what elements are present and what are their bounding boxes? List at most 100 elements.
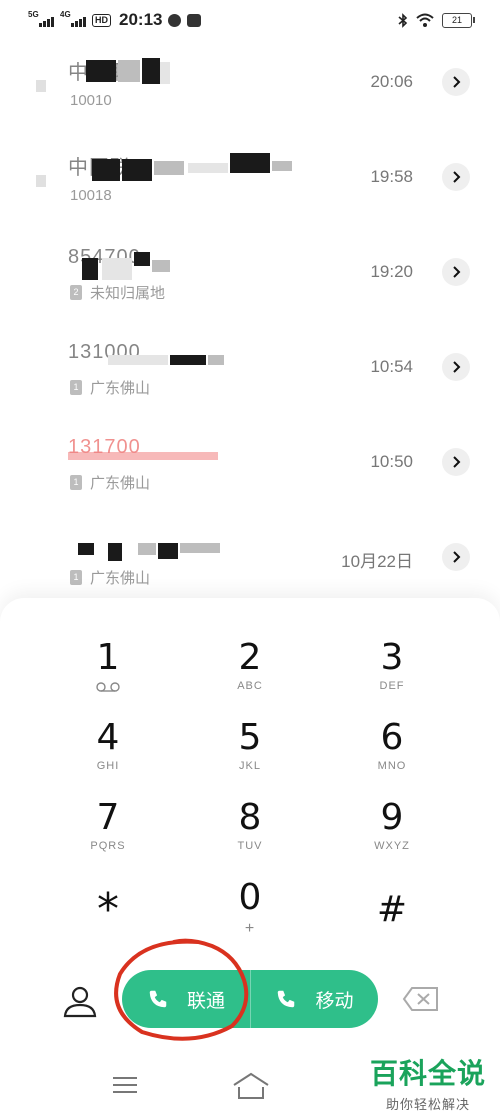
key-digit: 6: [380, 717, 404, 758]
call-time: 19:20: [370, 262, 413, 281]
watermark-title: 百科全说: [369, 1057, 486, 1090]
call-log-row[interactable]: 854700 2 未知归属地 19:20: [0, 230, 500, 325]
call-time: 19:58: [370, 167, 413, 186]
key-digit: 8: [238, 797, 262, 838]
missed-indicator: [36, 175, 46, 187]
caller-location: 广东佛山: [90, 475, 151, 492]
sim-icon: 1: [70, 475, 82, 490]
dial-key-hash[interactable]: #: [332, 886, 452, 956]
chevron-right-icon: [453, 266, 461, 278]
call-detail-button[interactable]: [442, 163, 470, 191]
key-digit: #: [376, 889, 408, 930]
call-detail-button[interactable]: [442, 448, 470, 476]
caller-detail: 10010: [70, 92, 112, 109]
dial-key-star[interactable]: *: [48, 886, 168, 956]
key-letters: JKL: [239, 760, 261, 772]
phone-icon: [149, 990, 167, 1008]
hd-badge: HD: [92, 13, 111, 27]
status-time: 20:13: [119, 10, 163, 29]
contacts-icon[interactable]: [62, 984, 98, 1018]
call-log-row[interactable]: 中国联 10010 20:06: [0, 40, 500, 135]
signal-1-label: 5G: [28, 10, 39, 19]
key-digit: 7: [96, 797, 120, 838]
message-icon: [187, 13, 202, 27]
call-time: 10:50: [370, 452, 413, 471]
key-letters: ABC: [237, 680, 263, 692]
caller-location: 广东佛山: [90, 570, 151, 587]
dial-key-0[interactable]: 0 +: [190, 878, 310, 948]
call-sim2-button[interactable]: 移动: [250, 970, 378, 1028]
phone-icon: [278, 990, 295, 1008]
key-letters: MNO: [377, 760, 407, 772]
sim-icon: 2: [70, 285, 82, 300]
caller-detail: 1 广东佛山: [70, 472, 150, 493]
key-letters: PQRS: [90, 840, 126, 852]
chevron-right-icon: [453, 361, 461, 373]
signal-5g-icon: 5G: [28, 10, 54, 27]
home-icon[interactable]: [232, 1072, 270, 1100]
dial-key-2[interactable]: 2 ABC: [190, 638, 310, 708]
signal-2-label: 4G: [60, 10, 71, 19]
caller-name: [68, 531, 308, 561]
chevron-right-icon: [453, 171, 461, 183]
dial-key-1[interactable]: 1: [48, 638, 168, 708]
chevron-right-icon: [453, 456, 461, 468]
dial-key-3[interactable]: 3 DEF: [332, 638, 452, 708]
key-digit: 4: [96, 717, 120, 758]
caller-number: 10010: [70, 92, 112, 109]
caller-detail: 10018: [70, 187, 112, 204]
watermark-subtitle: 助你轻松解决: [385, 1097, 470, 1112]
dial-key-4[interactable]: 4 GHI: [48, 718, 168, 788]
call-detail-button[interactable]: [442, 68, 470, 96]
battery-icon: 21: [442, 12, 475, 28]
chevron-right-icon: [453, 551, 461, 563]
key-digit: 1: [96, 637, 120, 678]
call-sim2-label: 移动: [315, 990, 354, 1012]
call-detail-button[interactable]: [442, 543, 470, 571]
missed-indicator: [36, 80, 46, 92]
key-letters: DEF: [379, 680, 405, 692]
key-digit: *: [97, 884, 119, 935]
call-time: 10:54: [370, 357, 413, 376]
wifi-icon: [416, 13, 434, 27]
key-digit: 2: [238, 637, 262, 678]
call-time: 20:06: [370, 72, 413, 91]
dial-key-8[interactable]: 8 TUV: [190, 798, 310, 868]
dialpad-panel: 1 2 ABC 3 DEF 4 GHI 5 JKL 6 MNO 7 PQRS 8: [0, 598, 500, 1115]
dial-key-6[interactable]: 6 MNO: [332, 718, 452, 788]
status-left: 5G 4G HD 20:13: [28, 10, 202, 30]
menu-icon[interactable]: [112, 1074, 138, 1096]
chevron-right-icon: [453, 76, 461, 88]
call-detail-button[interactable]: [442, 258, 470, 286]
caller-number: 10018: [70, 187, 112, 204]
dial-key-5[interactable]: 5 JKL: [190, 718, 310, 788]
caller-detail: 2 未知归属地: [70, 282, 165, 303]
call-log-row[interactable]: 131000 1 广东佛山 10:54: [0, 325, 500, 420]
key-letters: TUV: [237, 840, 263, 852]
watermark-logo: 百科全说 助你轻松解决: [370, 1052, 486, 1113]
call-sim1-button[interactable]: 联通: [122, 970, 250, 1028]
dial-key-9[interactable]: 9 WXYZ: [332, 798, 452, 868]
call-log-row[interactable]: 131700 1 广东佛山 10:50: [0, 420, 500, 515]
caller-detail: 1 广东佛山: [70, 377, 150, 398]
key-digit: 0: [238, 877, 262, 918]
caller-name: 131700: [68, 436, 308, 462]
dial-key-7[interactable]: 7 PQRS: [48, 798, 168, 868]
key-letters: WXYZ: [374, 840, 410, 852]
call-sim1-label: 联通: [186, 990, 225, 1012]
sim-icon: 1: [70, 570, 82, 585]
sim-icon: 1: [70, 380, 82, 395]
backspace-icon[interactable]: [402, 986, 440, 1012]
call-detail-button[interactable]: [442, 353, 470, 381]
call-log-row[interactable]: 1 广东佛山 10月22日: [0, 515, 500, 610]
caller-detail: 1 广东佛山: [70, 567, 150, 588]
caller-name: 854700: [68, 246, 308, 280]
caller-name: 中国联: [68, 56, 308, 84]
caller-name: 中国联: [68, 151, 308, 181]
bluetooth-icon: [398, 12, 408, 28]
status-bar: 5G 4G HD 20:13 21: [0, 0, 500, 40]
status-right: 21: [398, 12, 475, 28]
key-letters: +: [244, 920, 256, 937]
call-log-row[interactable]: 中国联 10018 19:58: [0, 135, 500, 230]
key-digit: 5: [238, 717, 262, 758]
